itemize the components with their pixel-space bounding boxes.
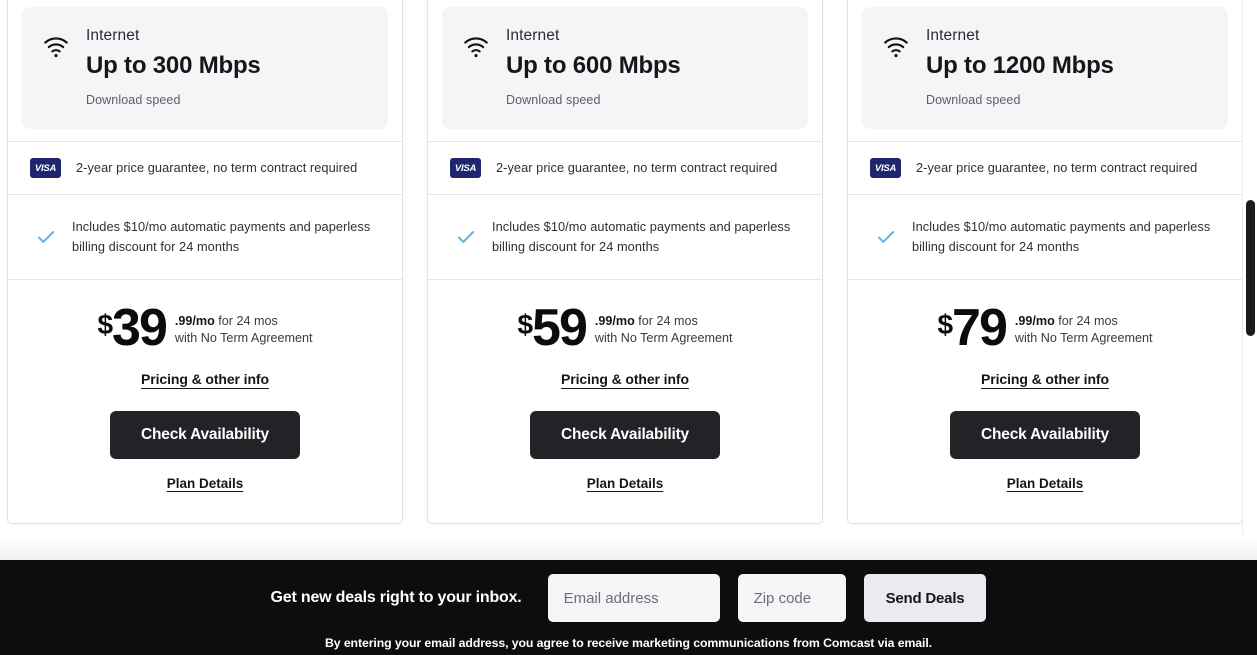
- price-term-length: for 24 mos: [1054, 314, 1118, 329]
- price-agreement: with No Term Agreement: [174, 330, 313, 345]
- speed-text: Internet Up to 300 Mbps Download speed: [86, 24, 261, 107]
- price-block: $ 79 .99/mo for 24 mos with No Term Agre…: [848, 279, 1242, 523]
- price-agreement: with No Term Agreement: [1014, 330, 1153, 345]
- check-availability-button[interactable]: Check Availability: [950, 411, 1140, 460]
- speed-text: Internet Up to 600 Mbps Download speed: [506, 24, 681, 107]
- guarantee-text: 2-year price guarantee, no term contract…: [916, 160, 1198, 176]
- price-line: $ 39 .99/mo for 24 mos with No Term Agre…: [28, 299, 382, 358]
- check-icon: [875, 226, 897, 248]
- newsletter-title: Get new deals right to your inbox.: [270, 589, 522, 606]
- email-input[interactable]: [547, 574, 720, 622]
- price-terms: .99/mo for 24 mos with No Term Agreement: [1015, 304, 1153, 346]
- newsletter-form: Get new deals right to your inbox. Send …: [0, 560, 1257, 622]
- guarantee-row: VISA 2-year price guarantee, no term con…: [848, 141, 1242, 194]
- speed-text: Internet Up to 1200 Mbps Download speed: [926, 24, 1114, 107]
- pricing-other-info-link[interactable]: Pricing & other info: [981, 371, 1109, 387]
- price-dollars: 39: [112, 299, 168, 358]
- price-currency: $: [937, 309, 953, 341]
- check-icon: [455, 226, 477, 248]
- discount-row: Includes $10/mo automatic payments and p…: [428, 194, 822, 279]
- visa-icon: VISA: [30, 158, 61, 179]
- wifi-icon: [42, 33, 70, 61]
- pricing-other-info-link[interactable]: Pricing & other info: [561, 371, 689, 387]
- guarantee-text: 2-year price guarantee, no term contract…: [496, 160, 778, 176]
- discount-text: Includes $10/mo automatic payments and p…: [912, 219, 1211, 255]
- plan-eyebrow: Internet: [86, 27, 140, 44]
- plan-speed-sublabel: Download speed: [926, 93, 1021, 108]
- price-cents: .99/mo: [594, 314, 635, 329]
- plan-details-link[interactable]: Plan Details: [1007, 476, 1084, 491]
- price-term-length: for 24 mos: [634, 314, 698, 329]
- wifi-icon: [882, 33, 910, 61]
- newsletter-disclaimer: By entering your email address, you agre…: [324, 636, 932, 650]
- price-block: $ 59 .99/mo for 24 mos with No Term Agre…: [428, 279, 822, 523]
- plan-details-link[interactable]: Plan Details: [587, 476, 664, 491]
- price-cents: .99/mo: [1014, 314, 1055, 329]
- page-scrollbar[interactable]: [1242, 0, 1257, 560]
- newsletter-bar: Get new deals right to your inbox. Send …: [0, 560, 1257, 655]
- guarantee-row: VISA 2-year price guarantee, no term con…: [8, 141, 402, 194]
- guarantee-row: VISA 2-year price guarantee, no term con…: [428, 141, 822, 194]
- page-scrollbar-thumb[interactable]: [1246, 200, 1255, 336]
- plan-headline: Up to 300 Mbps: [86, 51, 261, 79]
- plan-card[interactable]: Internet Up to 600 Mbps Download speed V…: [427, 0, 823, 525]
- plan-speed-sublabel: Download speed: [506, 93, 601, 108]
- price-currency: $: [97, 309, 113, 341]
- guarantee-text: 2-year price guarantee, no term contract…: [76, 160, 358, 176]
- wifi-icon: [462, 33, 490, 61]
- check-icon: [35, 226, 57, 248]
- send-deals-button[interactable]: Send Deals: [863, 574, 987, 622]
- plan-details-link[interactable]: Plan Details: [167, 476, 244, 491]
- speed-panel: Internet Up to 600 Mbps Download speed: [442, 7, 808, 130]
- plans-scroll-region: Internet Up to 300 Mbps Download speed V…: [0, 0, 1257, 560]
- price-amount: $ 39: [97, 299, 168, 358]
- plan-card[interactable]: Internet Up to 300 Mbps Download speed V…: [7, 0, 403, 525]
- plan-headline: Up to 600 Mbps: [506, 51, 681, 79]
- price-terms: .99/mo for 24 mos with No Term Agreement: [595, 304, 733, 346]
- plan-eyebrow: Internet: [926, 27, 980, 44]
- visa-icon: VISA: [450, 158, 481, 179]
- plan-eyebrow: Internet: [506, 27, 560, 44]
- visa-icon: VISA: [870, 158, 901, 179]
- price-dollars: 59: [532, 299, 588, 358]
- plan-headline: Up to 1200 Mbps: [926, 51, 1114, 79]
- price-terms: .99/mo for 24 mos with No Term Agreement: [175, 304, 313, 346]
- price-amount: $ 59: [517, 299, 588, 358]
- check-availability-button[interactable]: Check Availability: [110, 411, 300, 460]
- check-availability-button[interactable]: Check Availability: [530, 411, 720, 460]
- discount-text: Includes $10/mo automatic payments and p…: [72, 219, 371, 255]
- plan-cards-row: Internet Up to 300 Mbps Download speed V…: [0, 0, 1257, 525]
- zip-code-input[interactable]: [737, 574, 846, 622]
- price-dollars: 79: [952, 299, 1008, 358]
- price-agreement: with No Term Agreement: [594, 330, 733, 345]
- price-currency: $: [517, 309, 533, 341]
- plan-card[interactable]: Internet Up to 1200 Mbps Download speed …: [847, 0, 1243, 525]
- plan-speed-sublabel: Download speed: [86, 93, 181, 108]
- discount-row: Includes $10/mo automatic payments and p…: [8, 194, 402, 279]
- speed-panel: Internet Up to 1200 Mbps Download speed: [862, 7, 1228, 130]
- price-term-length: for 24 mos: [214, 314, 278, 329]
- price-line: $ 59 .99/mo for 24 mos with No Term Agre…: [448, 299, 802, 358]
- price-cents: .99/mo: [174, 314, 215, 329]
- pricing-other-info-link[interactable]: Pricing & other info: [141, 371, 269, 387]
- price-block: $ 39 .99/mo for 24 mos with No Term Agre…: [8, 279, 402, 523]
- discount-text: Includes $10/mo automatic payments and p…: [492, 219, 791, 255]
- discount-row: Includes $10/mo automatic payments and p…: [848, 194, 1242, 279]
- price-line: $ 79 .99/mo for 24 mos with No Term Agre…: [868, 299, 1222, 358]
- price-amount: $ 79: [937, 299, 1008, 358]
- speed-panel: Internet Up to 300 Mbps Download speed: [22, 7, 388, 130]
